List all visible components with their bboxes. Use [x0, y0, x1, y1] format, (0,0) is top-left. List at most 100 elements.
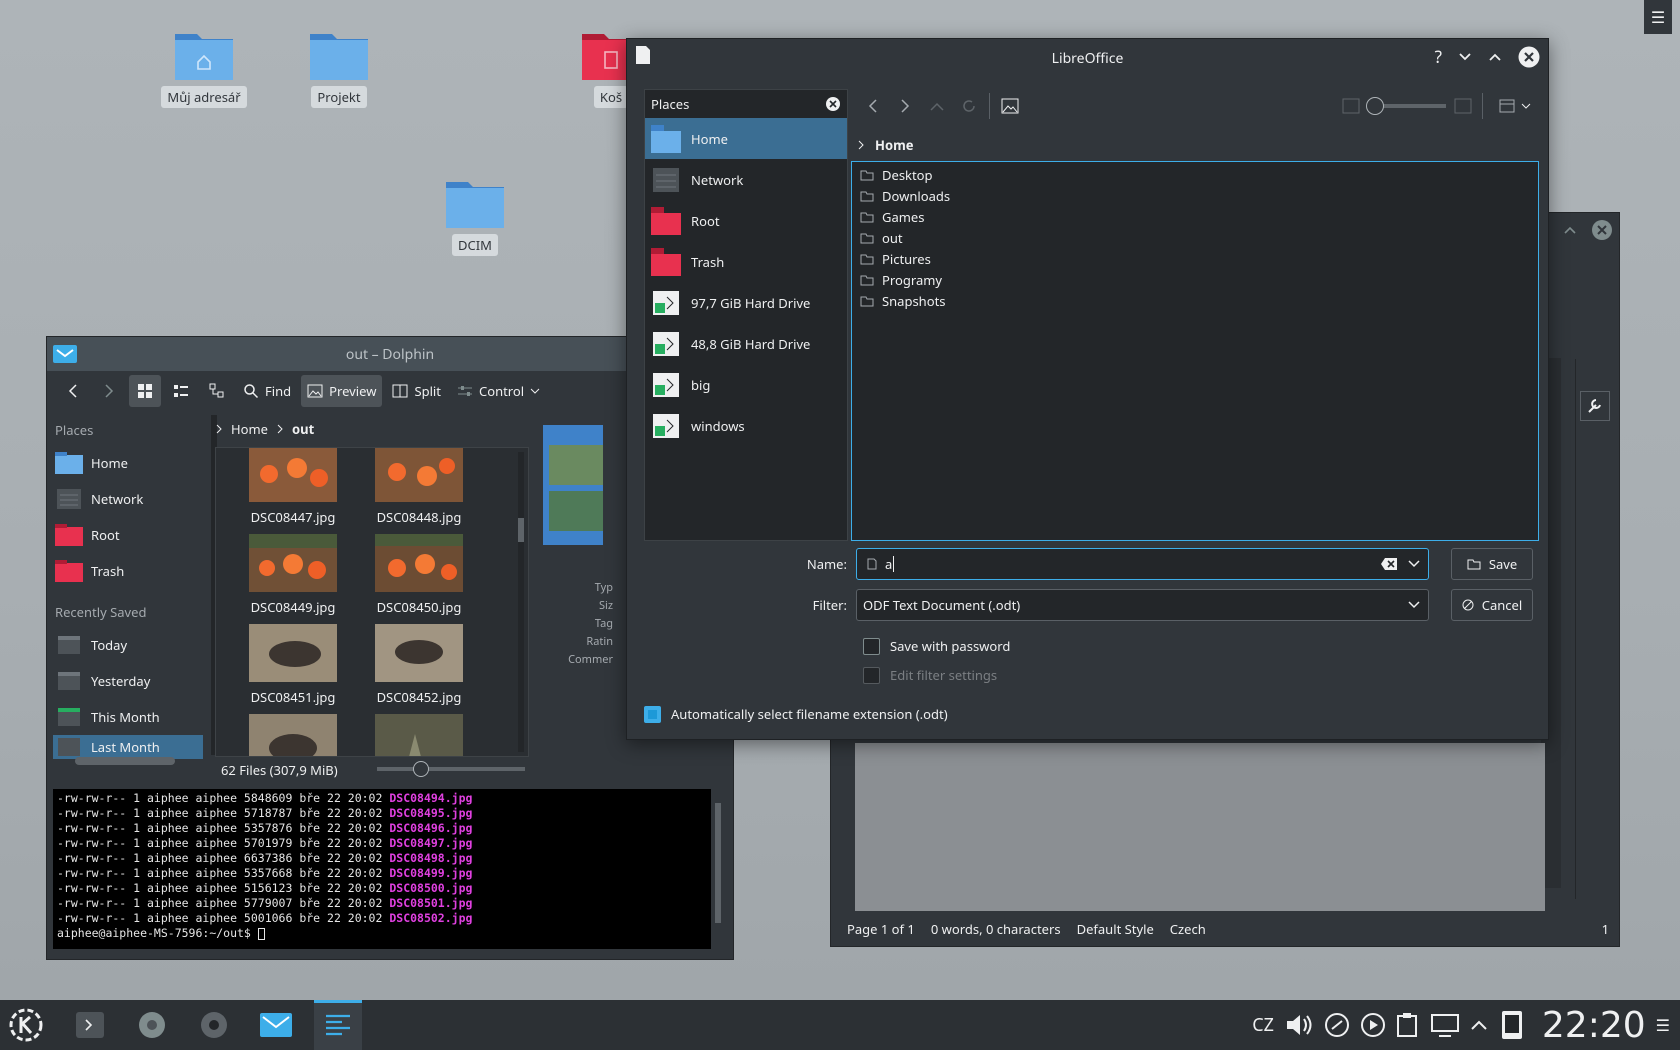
clipboard-icon[interactable] [1396, 1012, 1420, 1038]
back-button[interactable] [57, 375, 89, 407]
folder-row[interactable]: Downloads [852, 185, 1538, 206]
control-button[interactable]: Control [451, 375, 546, 407]
kde-connect-icon[interactable] [1498, 1010, 1526, 1040]
save-with-password-checkbox[interactable]: Save with password [863, 637, 1010, 655]
file-item[interactable]: DSC08448.jpg [364, 448, 474, 526]
file-item[interactable]: DSC08451.jpg [238, 624, 348, 706]
places-item-root[interactable]: Root [53, 517, 203, 553]
close-panel-icon[interactable] [825, 96, 841, 112]
places-item-home[interactable]: Home [53, 445, 203, 481]
dialog-forward-button[interactable] [889, 90, 921, 122]
dialog-zoom-slider[interactable] [1366, 97, 1446, 115]
task-konsole[interactable] [66, 1000, 114, 1050]
file-item[interactable] [238, 714, 348, 756]
close-icon[interactable] [1518, 46, 1540, 68]
preview-button[interactable]: Preview [301, 375, 383, 407]
edit-filter-settings-checkbox[interactable]: Edit filter settings [863, 666, 997, 684]
folder-row[interactable]: Programy [852, 269, 1538, 290]
maximize-icon[interactable] [1488, 52, 1502, 62]
places-item-trash[interactable]: Trash [53, 553, 203, 589]
terminal[interactable]: -rw-rw-r-- 1 aiphee aiphee 5848609 bře 2… [53, 789, 713, 949]
file-item[interactable]: DSC08447.jpg [238, 448, 348, 526]
breadcrumb-home[interactable]: Home [231, 420, 268, 438]
dialog-preview-button[interactable] [994, 90, 1026, 122]
dialog-place-home[interactable]: Home [645, 118, 847, 159]
dialog-place-network[interactable]: Network [645, 159, 847, 200]
dialog-place-trash[interactable]: Trash [645, 241, 847, 282]
zoom-out-icon[interactable] [1342, 98, 1360, 114]
desktop-menu-button[interactable]: ☰ [1644, 0, 1672, 34]
dialog-up-button[interactable] [921, 90, 953, 122]
zoom-slider[interactable] [377, 761, 525, 777]
folder-row[interactable]: Pictures [852, 248, 1538, 269]
help-icon[interactable]: ? [1435, 45, 1442, 68]
dialog-place-windows[interactable]: windows [645, 405, 847, 446]
compact-view-button[interactable] [165, 375, 197, 407]
find-button[interactable]: Find [237, 375, 297, 407]
dialog-place-drive-48[interactable]: 48,8 GiB Hard Drive [645, 323, 847, 364]
folder-row[interactable]: Games [852, 206, 1538, 227]
application-launcher[interactable] [0, 1000, 52, 1050]
media-player-icon[interactable] [1360, 1012, 1386, 1038]
dialog-back-button[interactable] [857, 90, 889, 122]
file-item[interactable]: DSC08452.jpg [364, 624, 474, 706]
wrench-icon[interactable] [1580, 391, 1610, 421]
filter-select[interactable]: ODF Text Document (.odt) [856, 589, 1429, 621]
recent-item-this-month[interactable]: This Month [53, 699, 203, 735]
clear-text-icon[interactable] [1380, 557, 1398, 571]
dialog-place-root[interactable]: Root [645, 200, 847, 241]
dialog-breadcrumb-home[interactable]: Home [875, 136, 914, 154]
dialog-titlebar[interactable]: LibreOffice ? [627, 39, 1548, 77]
document-canvas[interactable] [855, 743, 1545, 911]
dialog-view-options-button[interactable] [1493, 90, 1537, 122]
recent-item-today[interactable]: Today [53, 627, 203, 663]
maximize-icon[interactable] [1563, 225, 1577, 235]
file-grid-scrollbar[interactable] [518, 452, 524, 752]
dialog-reload-button[interactable] [953, 90, 985, 122]
chevron-up-icon[interactable] [1470, 1019, 1488, 1031]
desktop-icon-dcim[interactable]: DCIM [430, 174, 520, 256]
zoom-in-icon[interactable] [1454, 98, 1472, 114]
language[interactable]: Czech [1170, 920, 1206, 938]
details-view-button[interactable] [201, 375, 233, 407]
terminal-scrollbar[interactable] [711, 789, 725, 949]
filename-input[interactable]: a [856, 548, 1429, 580]
places-item-network[interactable]: Network [53, 481, 203, 517]
update-notifier-icon[interactable] [1324, 1012, 1350, 1038]
task-dolphin[interactable] [252, 1000, 300, 1050]
file-item[interactable] [364, 714, 474, 756]
dialog-place-drive-97[interactable]: 97,7 GiB Hard Drive [645, 282, 847, 323]
close-icon[interactable] [1591, 219, 1613, 241]
split-button[interactable]: Split [386, 375, 447, 407]
recent-item-last-month[interactable]: Last Month [53, 735, 203, 759]
file-item[interactable]: DSC08449.jpg [238, 534, 348, 616]
checkbox-box-checked[interactable] [644, 705, 661, 723]
task-app-2[interactable] [128, 1000, 176, 1050]
display-icon[interactable] [1430, 1012, 1460, 1038]
checkbox-box[interactable] [863, 637, 880, 655]
save-button[interactable]: Save [1451, 548, 1533, 580]
auto-extension-checkbox[interactable]: Automatically select filename extension … [644, 705, 948, 723]
recent-item-yesterday[interactable]: Yesterday [53, 663, 203, 699]
task-libreoffice[interactable] [314, 1000, 362, 1050]
clock[interactable]: 22:20 [1542, 1005, 1646, 1046]
panel-menu-icon[interactable]: ☰ [1656, 1014, 1670, 1036]
icons-view-button[interactable] [129, 375, 161, 407]
desktop-icon-projekt[interactable]: Projekt [294, 26, 384, 108]
folder-row[interactable]: out [852, 227, 1538, 248]
keyboard-layout[interactable]: CZ [1252, 1013, 1274, 1037]
cancel-button[interactable]: Cancel [1451, 589, 1533, 621]
breadcrumb-out[interactable]: out [292, 420, 314, 438]
chevron-down-icon[interactable] [1408, 560, 1420, 568]
minimize-icon[interactable] [1458, 52, 1472, 62]
folder-row[interactable]: Snapshots [852, 290, 1538, 311]
folder-row[interactable]: Desktop [852, 164, 1538, 185]
file-item[interactable]: DSC08450.jpg [364, 534, 474, 616]
volume-icon[interactable] [1284, 1012, 1314, 1038]
task-app-3[interactable] [190, 1000, 238, 1050]
checkbox-box[interactable] [863, 666, 880, 684]
places-hscrollbar[interactable] [57, 757, 189, 767]
desktop-icon-home[interactable]: Můj adresář [159, 26, 249, 108]
dialog-place-big[interactable]: big [645, 364, 847, 405]
page-style[interactable]: Default Style [1077, 920, 1154, 938]
